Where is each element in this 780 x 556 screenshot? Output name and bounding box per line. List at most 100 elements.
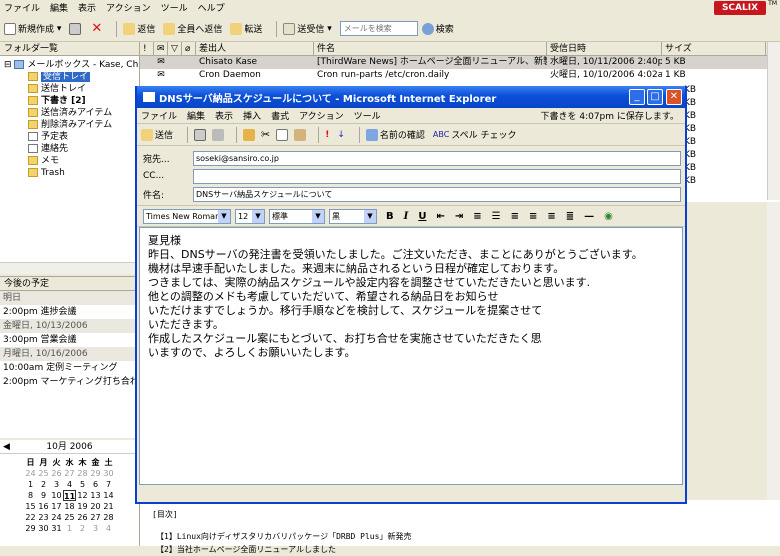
calendar-day[interactable]: 30	[37, 523, 50, 534]
reply-all-button[interactable]: 全員へ返信	[163, 22, 222, 35]
col-size[interactable]: サイズ	[662, 42, 766, 55]
align-right-icon[interactable]: ≡	[547, 211, 555, 222]
preview-vscrollbar[interactable]	[767, 202, 780, 500]
calendar-day[interactable]: 5	[76, 479, 89, 490]
search-button[interactable]: 検索	[421, 22, 454, 35]
outdent-icon[interactable]: ⇤	[436, 211, 444, 222]
compose-menu-action[interactable]: アクション	[299, 109, 344, 122]
folder-inbox[interactable]: 受信トレイ	[4, 71, 139, 83]
folder-outbox[interactable]: 送信トレイ	[4, 83, 139, 95]
col-importance[interactable]: !	[140, 42, 154, 55]
menu-action[interactable]: アクション	[106, 1, 151, 14]
check-names-button[interactable]: 名前の確認	[365, 128, 425, 141]
compose-menu-file[interactable]: ファイル	[141, 109, 177, 122]
col-subject[interactable]: 件名	[314, 42, 547, 55]
forward-button[interactable]: 転送	[230, 22, 262, 35]
folder-calendar[interactable]: 予定表	[4, 131, 139, 143]
subject-field[interactable]: DNSサーバ納品スケジュールについて	[193, 186, 681, 202]
italic-icon[interactable]: I	[404, 211, 409, 222]
schedule-event[interactable]: 2:00pm 進捗会議	[0, 305, 139, 319]
calendar-day[interactable]: 4	[102, 523, 115, 534]
folder-deleted[interactable]: 削除済みアイテム	[4, 119, 139, 131]
message-body-editor[interactable]: 夏見様 昨日、DNSサーバの発注書を受領いたしました。ご注文いただき、まことにあ…	[139, 227, 683, 485]
justify-icon[interactable]: ≣	[566, 211, 574, 222]
compose-menu-format[interactable]: 書式	[271, 109, 289, 122]
calendar-day[interactable]: 18	[63, 501, 76, 512]
collapse-icon[interactable]: ⊟	[4, 60, 14, 70]
to-button[interactable]: 宛先...	[143, 152, 193, 165]
calendar-day[interactable]: 20	[89, 501, 102, 512]
menu-edit[interactable]: 編集	[50, 1, 68, 14]
numbered-list-icon[interactable]: ≡	[473, 211, 481, 222]
calendar-day[interactable]: 22	[24, 512, 37, 523]
compose-titlebar[interactable]: DNSサーバ納品スケジュールについて - Microsoft Internet …	[137, 86, 685, 108]
calendar-day[interactable]: 19	[76, 501, 89, 512]
folder-mailbox[interactable]: ⊟ メールボックス - Kase, Chisato	[4, 59, 139, 71]
cc-field[interactable]	[193, 168, 681, 184]
calendar-day[interactable]: 1	[63, 523, 76, 534]
prev-month-icon[interactable]: ◀	[3, 440, 10, 454]
calendar-day[interactable]: 8	[24, 490, 37, 501]
style-select[interactable]: 標準 ▼	[269, 208, 325, 224]
calendar-day[interactable]: 26	[76, 512, 89, 523]
calendar-day[interactable]: 27	[89, 512, 102, 523]
low-importance-icon[interactable]: ↓	[337, 130, 345, 140]
close-button[interactable]: ✕	[666, 89, 682, 105]
size-select[interactable]: 12 ▼	[235, 208, 265, 224]
printer-icon[interactable]	[194, 128, 207, 141]
calendar-day[interactable]: 13	[89, 490, 102, 501]
menu-file[interactable]: ファイル	[4, 1, 40, 14]
schedule-event[interactable]: 3:00pm 営業会議	[0, 333, 139, 347]
calendar-day[interactable]: 12	[76, 490, 89, 501]
calendar-day[interactable]: 2	[76, 523, 89, 534]
calendar-day[interactable]: 1	[24, 479, 37, 490]
color-select[interactable]: 黒 ▼	[329, 208, 377, 224]
calendar-day[interactable]: 23	[37, 512, 50, 523]
calendar-day[interactable]: 31	[50, 523, 63, 534]
folder-trash[interactable]: Trash	[4, 167, 139, 179]
reply-button[interactable]: 返信	[123, 22, 155, 35]
calendar-day[interactable]: 3	[89, 523, 102, 534]
menu-tools[interactable]: ツール	[161, 1, 188, 14]
calendar-day[interactable]: 21	[102, 501, 115, 512]
menu-help[interactable]: ヘルプ	[198, 1, 225, 14]
schedule-event[interactable]: 10:00am 定例ミーティング	[0, 361, 139, 375]
compose-menu-insert[interactable]: 挿入	[243, 109, 261, 122]
send-receive-button[interactable]: 送受信 ▾	[283, 22, 332, 35]
insert-link-icon[interactable]: ◉	[604, 211, 613, 222]
col-flag-icon[interactable]: ▽	[168, 42, 182, 55]
folder-notes[interactable]: メモ	[4, 155, 139, 167]
calendar-day[interactable]: 15	[24, 501, 37, 512]
calendar-day[interactable]: 11	[63, 490, 76, 501]
calendar-day[interactable]: 24	[50, 512, 63, 523]
folder-sent[interactable]: 送信済みアイテム	[4, 107, 139, 119]
send-button[interactable]: 送信	[141, 128, 173, 141]
col-date[interactable]: 受信日時	[547, 42, 662, 55]
cc-button[interactable]: CC...	[143, 171, 193, 181]
to-field[interactable]: soseki@sansiro.co.jp	[193, 150, 681, 166]
calendar-day[interactable]: 4	[63, 479, 76, 490]
calendar-day[interactable]: 16	[37, 501, 50, 512]
table-row[interactable]: ✉ Cron Daemon Cron run-parts /etc/cron.d…	[140, 69, 780, 82]
undo-icon[interactable]	[243, 128, 256, 141]
calendar-day[interactable]: 24	[24, 468, 37, 479]
calendar-day[interactable]: 29	[24, 523, 37, 534]
bold-icon[interactable]: B	[386, 211, 394, 222]
col-attachment-icon[interactable]: ⌀	[182, 42, 196, 55]
indent-icon[interactable]: ⇥	[455, 211, 463, 222]
align-center-icon[interactable]: ≡	[529, 211, 537, 222]
calendar-day[interactable]: 9	[37, 490, 50, 501]
folder-contacts[interactable]: 連絡先	[4, 143, 139, 155]
horizontal-rule-icon[interactable]: —	[584, 211, 594, 222]
menu-view[interactable]: 表示	[78, 1, 96, 14]
minimize-button[interactable]: _	[629, 89, 645, 105]
font-select[interactable]: Times New Roman ▼	[143, 208, 231, 224]
align-left-icon[interactable]: ≡	[511, 211, 519, 222]
calendar-day[interactable]: 2	[37, 479, 50, 490]
high-importance-icon[interactable]: !	[325, 130, 329, 140]
attach-icon[interactable]	[212, 128, 225, 141]
schedule-event[interactable]: 2:00pm マーケティング打ち合わせ	[0, 375, 139, 389]
calendar-day[interactable]: 30	[102, 468, 115, 479]
maximize-button[interactable]: □	[647, 89, 663, 105]
folder-hscrollbar[interactable]	[0, 262, 139, 274]
